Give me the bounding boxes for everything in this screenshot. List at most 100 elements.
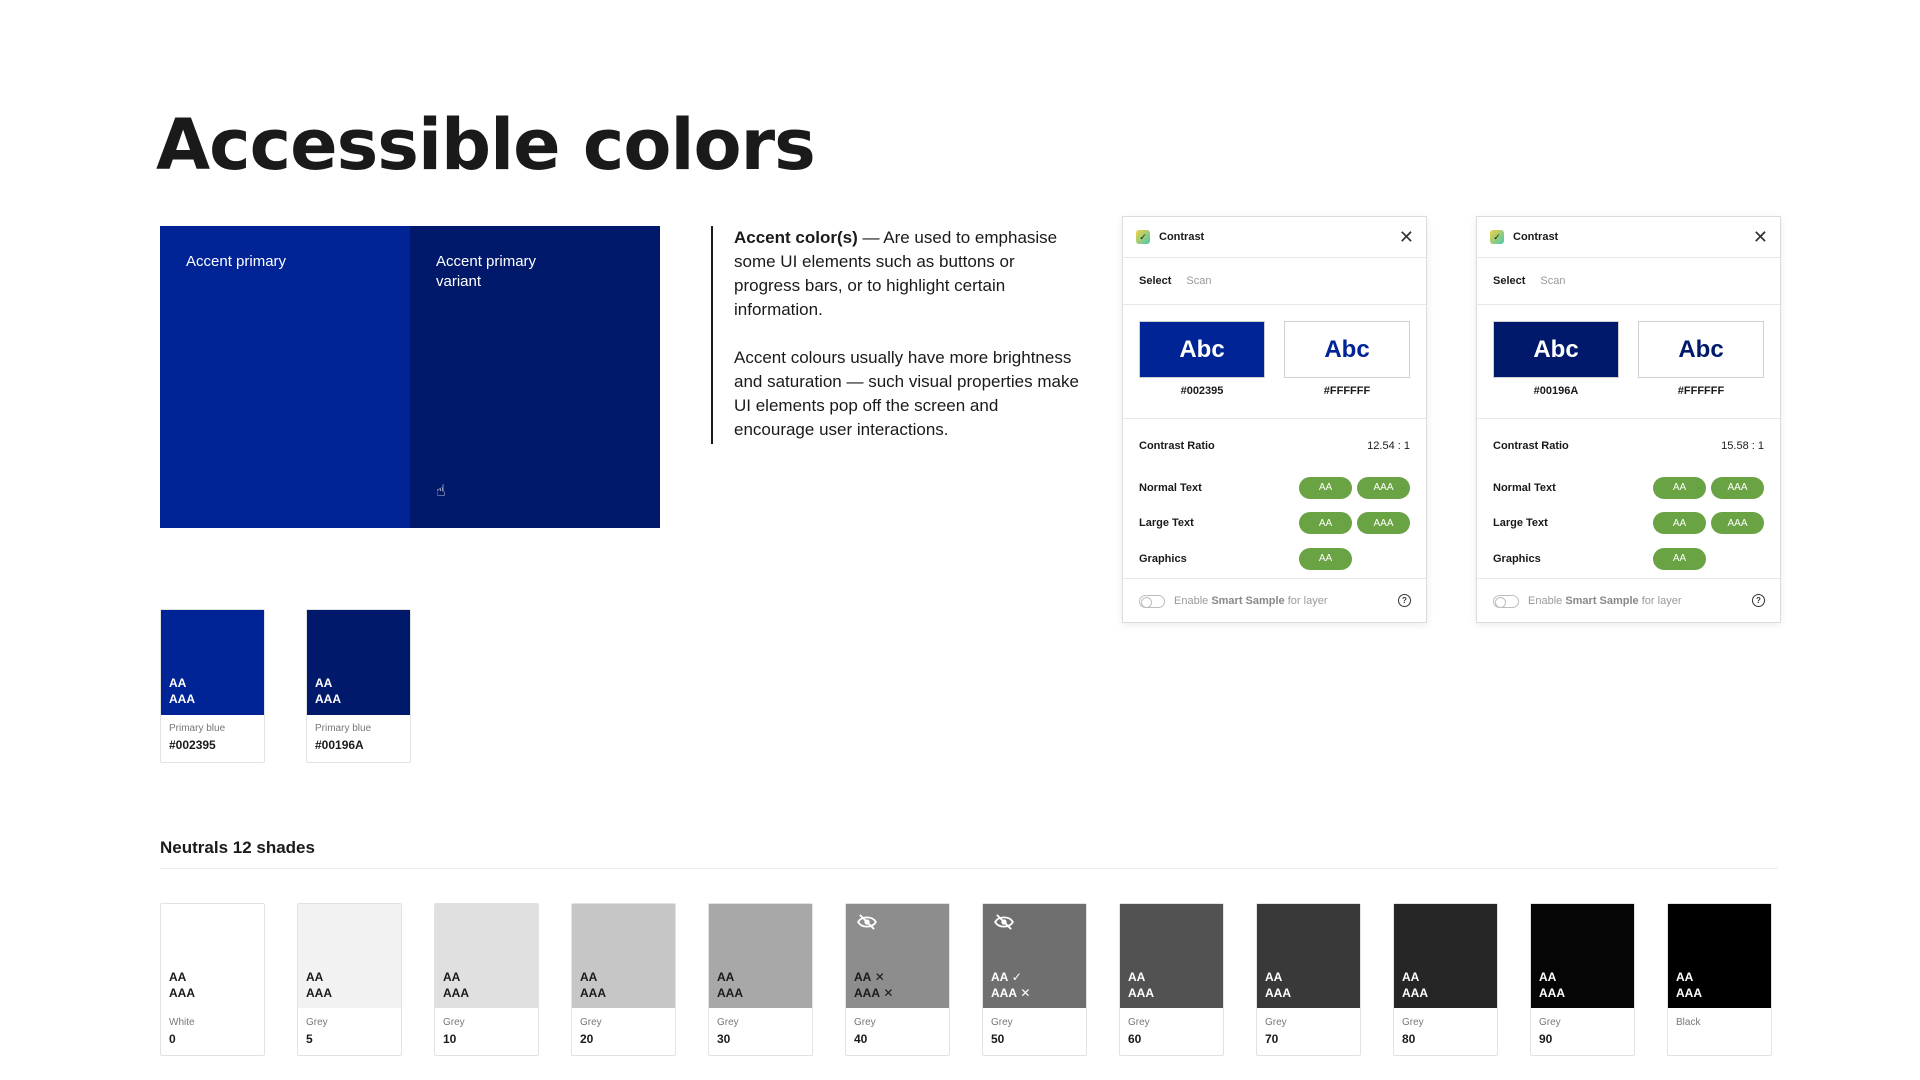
tab-scan[interactable]: Scan <box>1540 275 1565 287</box>
aa-label: AA <box>1676 970 1694 984</box>
neutral-chip: AA AAA <box>161 904 264 1008</box>
neutral-value: 10 <box>443 1032 457 1046</box>
neutral-chip: AA AAA <box>1668 904 1771 1008</box>
foreground-hex: #002395 <box>1180 385 1224 397</box>
neutral-chip: AA AAA <box>572 904 675 1008</box>
aa-label: AA <box>1128 970 1146 984</box>
foreground-preview[interactable]: Abc <box>1493 321 1619 378</box>
neutral-value: 80 <box>1402 1032 1416 1046</box>
foreground-sample[interactable]: Abc #00196A <box>1493 321 1619 418</box>
contrast-results: Contrast Ratio 12.54 : 1 Normal Text AA A… <box>1123 419 1426 579</box>
aa-label: AA <box>580 970 598 984</box>
neutral-swatch-card[interactable]: AA AAA White 0 <box>160 903 265 1056</box>
contrast-ratio-label: Contrast Ratio <box>1139 440 1215 452</box>
contrast-ratio-row: Contrast Ratio 15.58 : 1 <box>1493 435 1764 457</box>
contrast-ratio-value: 15.58 : 1 <box>1721 440 1764 452</box>
neutral-chip: AA ✕ AAA ✕ <box>846 904 949 1008</box>
swatch-value: #00196A <box>315 738 364 752</box>
neutral-swatch-card[interactable]: AA ✓ AAA ✕ Grey 50 <box>982 903 1087 1056</box>
eye-off-icon <box>994 914 1014 930</box>
neutral-chip: AA AAA <box>435 904 538 1008</box>
smart-sample-toggle[interactable] <box>1139 594 1165 608</box>
neutral-swatch-card[interactable]: AA AAA Grey 20 <box>571 903 676 1056</box>
background-sample[interactable]: Abc #FFFFFF <box>1284 321 1410 418</box>
neutral-swatch-card[interactable]: AA AAA Grey 5 <box>297 903 402 1056</box>
neutral-swatch-card[interactable]: AA AAA Grey 10 <box>434 903 539 1056</box>
aaa-label: AAA <box>1265 986 1291 1000</box>
smart-sample-toggle[interactable] <box>1493 594 1519 608</box>
accent-description: Accent color(s) — Are used to emphasise … <box>711 226 1081 444</box>
aaa-status-mark: ✕ <box>1020 986 1031 1000</box>
neutral-label: Grey <box>854 1017 876 1028</box>
aaa-label: AAA <box>315 692 341 706</box>
aa-label: AA <box>1265 970 1283 984</box>
neutral-value: 50 <box>991 1032 1005 1046</box>
neutral-swatch-card[interactable]: AA AAA Grey 30 <box>708 903 813 1056</box>
neutral-label: Grey <box>1539 1017 1561 1028</box>
divider <box>160 868 1778 869</box>
neutral-label: Grey <box>580 1017 602 1028</box>
normal-text-label: Normal Text <box>1493 481 1556 494</box>
foreground-preview[interactable]: Abc <box>1139 321 1265 378</box>
swatch-card[interactable]: AA AAA Primary blue #002395 <box>160 609 265 763</box>
foreground-sample[interactable]: Abc #002395 <box>1139 321 1265 418</box>
neutral-value: 20 <box>580 1032 594 1046</box>
eye-off-icon <box>857 914 877 930</box>
footer-text: Enable Smart Sample for layer <box>1528 595 1682 607</box>
neutrals-title: Neutrals 12 shades <box>160 838 315 857</box>
accent-primary-area: Accent primary <box>160 226 410 528</box>
swatch-card[interactable]: AA AAA Primary blue #00196A <box>306 609 411 763</box>
description-para2: Accent colours usually have more brightn… <box>734 348 1079 439</box>
tab-select[interactable]: Select <box>1493 275 1525 287</box>
tab-scan[interactable]: Scan <box>1186 275 1211 287</box>
panel-title: Contrast <box>1159 231 1205 243</box>
foreground-hex: #00196A <box>1533 385 1579 397</box>
aaa-status-mark: ✕ <box>883 986 894 1000</box>
neutral-swatch-card[interactable]: AA AAA Grey 80 <box>1393 903 1498 1056</box>
panel-title: Contrast <box>1513 231 1559 243</box>
contrast-ratio-label: Contrast Ratio <box>1493 440 1569 452</box>
background-sample[interactable]: Abc #FFFFFF <box>1638 321 1764 418</box>
close-icon[interactable]: ✕ <box>1399 228 1414 246</box>
graphics-row: Graphics AA <box>1139 541 1410 577</box>
aaa-pass-badge: AAA <box>1357 512 1410 535</box>
help-icon[interactable]: ? <box>1398 594 1411 607</box>
close-icon[interactable]: ✕ <box>1753 228 1768 246</box>
normal-text-row: Normal Text AA AAA <box>1139 470 1410 506</box>
neutral-label: Grey <box>1265 1017 1287 1028</box>
neutral-value: 70 <box>1265 1032 1279 1046</box>
contrast-panel: ✓ Contrast ✕ Select Scan Abc #002395 Abc… <box>1122 216 1427 623</box>
neutral-swatch-card[interactable]: AA AAA Black <box>1667 903 1772 1056</box>
aa-label: AA <box>854 970 872 984</box>
aa-label: AA <box>306 970 324 984</box>
swatch-value: #002395 <box>169 738 216 752</box>
neutral-swatch-card[interactable]: AA AAA Grey 60 <box>1119 903 1224 1056</box>
neutral-swatch-card[interactable]: AA AAA Grey 90 <box>1530 903 1635 1056</box>
background-hex: #FFFFFF <box>1323 385 1371 397</box>
background-preview[interactable]: Abc <box>1638 321 1764 378</box>
neutral-chip: AA AAA <box>709 904 812 1008</box>
neutral-swatch-card[interactable]: AA AAA Grey 70 <box>1256 903 1361 1056</box>
tab-select[interactable]: Select <box>1139 275 1171 287</box>
aa-pass-badge: AA <box>1653 512 1706 535</box>
contrast-ratio-row: Contrast Ratio 12.54 : 1 <box>1139 435 1410 457</box>
graphics-label: Graphics <box>1493 552 1541 565</box>
panel-tabs: Select Scan <box>1123 258 1426 305</box>
neutral-label: Grey <box>443 1017 465 1028</box>
aa-status-mark: ✓ <box>1011 970 1022 984</box>
swatch-label: Primary blue <box>315 723 372 734</box>
panel-footer: Enable Smart Sample for layer ? <box>1123 579 1426 623</box>
background-preview[interactable]: Abc <box>1284 321 1410 378</box>
aaa-label: AAA <box>1402 986 1428 1000</box>
large-text-label: Large Text <box>1493 517 1548 530</box>
neutral-swatch-card[interactable]: AA ✕ AAA ✕ Grey 40 <box>845 903 950 1056</box>
neutral-label: Grey <box>717 1017 739 1028</box>
panel-footer: Enable Smart Sample for layer ? <box>1477 579 1780 623</box>
aa-pass-badge: AA <box>1299 512 1352 535</box>
normal-text-label: Normal Text <box>1139 481 1202 494</box>
neutral-chip: AA AAA <box>298 904 401 1008</box>
swatch-chip: AA AAA <box>307 610 410 715</box>
help-icon[interactable]: ? <box>1752 594 1765 607</box>
accent-variant-label: Accent primary variant <box>436 253 537 290</box>
swatch-label: Primary blue <box>169 723 226 734</box>
